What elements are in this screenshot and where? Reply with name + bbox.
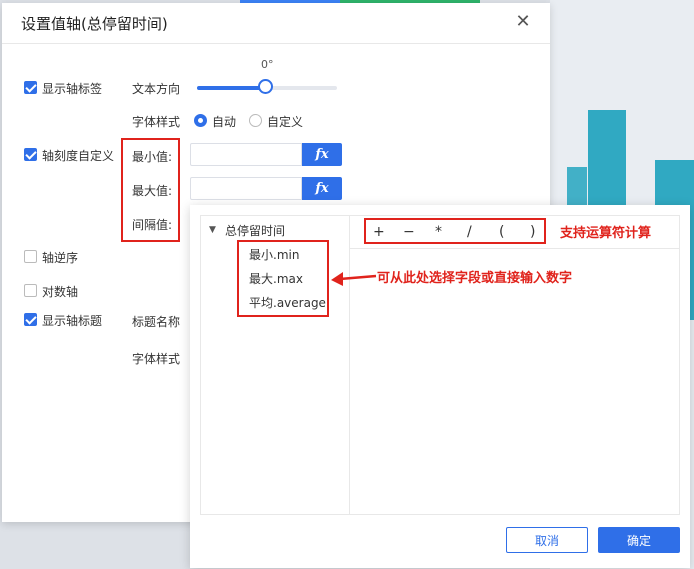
confirm-button[interactable]: 确定 (598, 527, 680, 553)
formula-editor[interactable]: + − * / ( ) (350, 215, 680, 515)
font-style-label: 字体样式 (132, 115, 181, 129)
annotation-box-fields (237, 240, 329, 317)
max-fx-button[interactable]: fx (302, 177, 342, 200)
axis-custom-checkbox[interactable] (24, 148, 37, 161)
cancel-button[interactable]: 取消 (506, 527, 588, 553)
min-fx-button[interactable]: fx (302, 143, 342, 166)
axis-custom-label: 轴刻度自定义 (42, 149, 115, 163)
annotation-box-operators (364, 218, 546, 244)
annotation-box-labels (121, 138, 180, 242)
caret-down-icon[interactable]: ▼ (209, 225, 216, 235)
tree-root[interactable]: 总停留时间 (225, 222, 285, 239)
close-icon[interactable]: ✕ (513, 12, 533, 32)
annotation-arrow-icon (331, 272, 377, 286)
reverse-axis-checkbox[interactable] (24, 250, 37, 263)
radio-auto-label: 自动 (212, 115, 237, 129)
radio-custom[interactable] (249, 114, 262, 127)
slider-fill (197, 86, 266, 90)
annotation-fields-note: 可从此处选择字段或直接输入数字 (377, 271, 573, 286)
min-value-input[interactable] (190, 143, 302, 166)
annotation-operators-note: 支持运算符计算 (560, 226, 652, 241)
title-font-style-label: 字体样式 (132, 352, 181, 366)
radio-auto[interactable] (194, 114, 207, 127)
dialog-title: 设置值轴(总停留时间) (21, 15, 168, 33)
slider-handle[interactable] (258, 79, 273, 94)
text-direction-label: 文本方向 (132, 82, 181, 96)
show-axis-label-checkbox[interactable] (24, 81, 37, 94)
radio-custom-label: 自定义 (267, 115, 304, 129)
dialog-header: 设置值轴(总停留时间) ✕ (2, 3, 550, 44)
show-axis-title-checkbox[interactable] (24, 313, 37, 326)
log-axis-checkbox[interactable] (24, 284, 37, 297)
title-name-label: 标题名称 (132, 315, 181, 329)
max-value-input[interactable] (190, 177, 302, 200)
log-axis-label: 对数轴 (42, 285, 79, 299)
reverse-axis-label: 轴逆序 (42, 251, 79, 265)
text-direction-value: 0° (261, 58, 274, 71)
show-axis-label-label: 显示轴标签 (42, 82, 103, 96)
show-axis-title-label: 显示轴标题 (42, 314, 103, 328)
